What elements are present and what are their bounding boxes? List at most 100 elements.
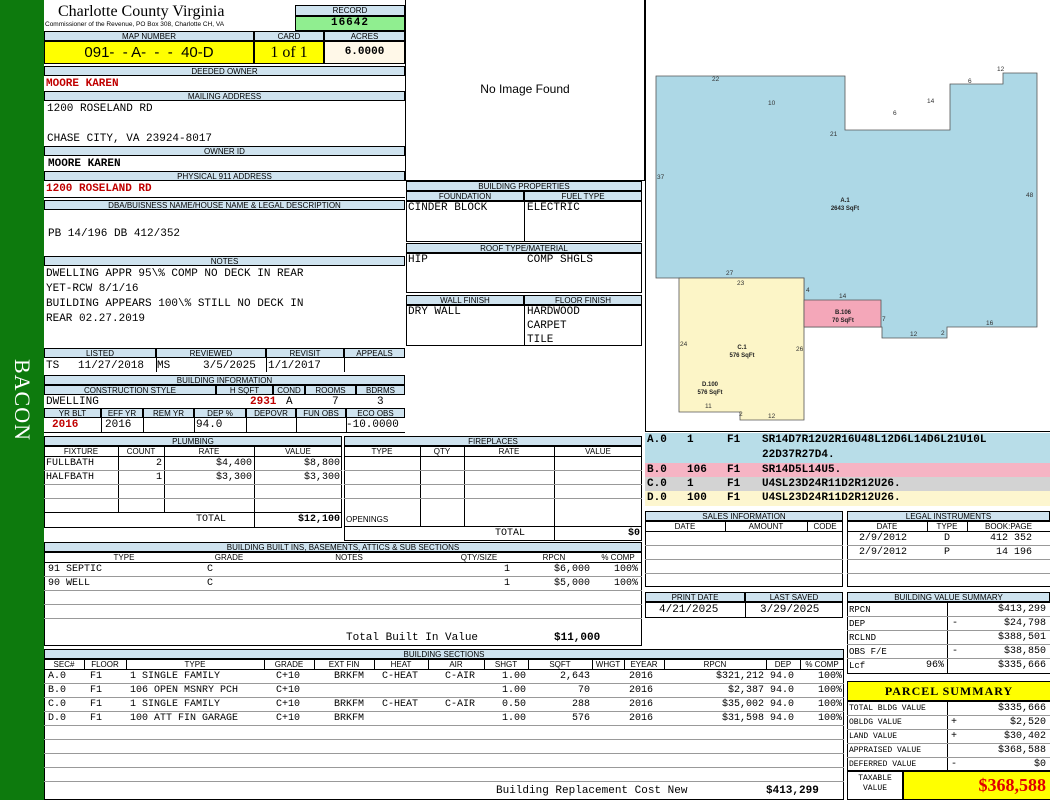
yrblt-value: 2016 <box>52 419 79 431</box>
vector-code: SR14D7R12U2R16U48L12D6L14D6L21U10L <box>762 434 987 446</box>
deeded-owner: MOORE KAREN <box>46 78 119 90</box>
vector-sec: D.0 <box>647 492 667 504</box>
section-comp: 100% <box>817 699 842 710</box>
map-number: 091- - A- - - 40-D <box>44 41 254 64</box>
mailing-address-line1: 1200 ROSELAND RD <box>47 103 153 115</box>
sections-col-header: FLOOR <box>91 660 119 669</box>
summary-value: $38,850 <box>1003 646 1046 657</box>
section-dep: 94.0 <box>770 713 795 724</box>
builtins-label: BUILDING BUILT INS, BASEMENTS, ATTICS & … <box>44 542 642 552</box>
fireplace-col-header: QTY <box>433 447 451 456</box>
divider <box>927 521 928 531</box>
plumbing-value: $3,300 <box>303 472 340 483</box>
parcel-summary-title: PARCEL SUMMARY <box>847 681 1050 701</box>
bdrms-label: BDRMS <box>356 385 405 395</box>
plumbing-count: 1 <box>155 472 162 483</box>
ecoobs-value: -10.0000 <box>346 419 399 431</box>
divider <box>847 559 1050 560</box>
vector-code: SR14D5L14U5. <box>762 464 842 476</box>
sketch-dimension: 48 <box>1026 192 1034 199</box>
hsqft-label: H SQFT <box>216 385 273 395</box>
legal-description-label: DBA/BUISNESS NAME/HOUSE NAME & LEGAL DES… <box>44 200 405 210</box>
taxable-value: $368,588 <box>903 771 1050 800</box>
legal-bookpage: 412 352 <box>989 533 1032 544</box>
parcel-value: $335,666 <box>997 703 1046 714</box>
builtins-col-header: QTY/SIZE <box>460 553 498 562</box>
sales-label: SALES INFORMATION <box>645 511 843 521</box>
plumbing-col-header: COUNT <box>126 447 156 456</box>
construction-style-label: CONSTRUCTION STYLE <box>44 385 216 395</box>
section-heat: C-HEAT <box>382 671 419 682</box>
plumbing-rate: $3,300 <box>215 472 252 483</box>
reviewed-label: REVIEWED <box>156 348 266 358</box>
section-eyear: 2016 <box>629 685 654 696</box>
section-comp: 100% <box>817 685 842 696</box>
section-shgt: 1.00 <box>501 671 526 682</box>
divider <box>344 526 642 527</box>
summary-value: $335,666 <box>997 660 1046 671</box>
openings-label: OPENINGS <box>346 515 389 524</box>
sketch-dimension: 10 <box>768 100 776 107</box>
section-dep: 94.0 <box>770 699 795 710</box>
divider <box>645 545 843 546</box>
commissioner-line: Commissioner of the Revenue, PO Box 308,… <box>45 21 225 28</box>
sketch-label-b: B.106 <box>834 310 851 316</box>
section-rpcn: $321,212 <box>715 671 764 682</box>
fuel-type-value: ELECTRIC <box>527 202 580 214</box>
foundation-value: CINDER BLOCK <box>408 202 488 214</box>
mailing-address-label: MAILING ADDRESS <box>44 91 405 101</box>
foundation-label: FOUNDATION <box>406 191 524 201</box>
sections-col-header: EYEAR <box>630 660 658 669</box>
plumbing-rate: $4,400 <box>215 458 252 469</box>
plumbing-label: PLUMBING <box>44 436 342 446</box>
sections-col-header: WHGT <box>595 660 621 669</box>
section-eyear: 2016 <box>629 671 654 682</box>
sketch-dimension: 37 <box>657 174 665 181</box>
depovr-label: DEPOVR <box>246 408 296 418</box>
section-type: 106 OPEN MSNRY PCH <box>130 685 239 696</box>
parcel-key: DEFERRED VALUE <box>849 760 917 769</box>
plumbing-fixture: FULLBATH <box>46 458 95 469</box>
divider <box>645 531 843 532</box>
divider <box>524 305 525 346</box>
replacement-cost-label: Building Replacement Cost New <box>496 785 688 797</box>
notes-line: YET-RCW 8/1/16 <box>46 283 139 295</box>
divider <box>44 432 405 433</box>
section-eyear: 2016 <box>629 713 654 724</box>
divider <box>847 630 1050 631</box>
sections-col-header: GRADE <box>274 660 304 669</box>
building-info-label: BUILDING INFORMATION <box>44 375 405 385</box>
sketch-label-a: A.1 <box>840 198 850 204</box>
divider <box>44 618 642 619</box>
sketch-label-d: D.100 <box>701 382 718 388</box>
section-shgt: 1.00 <box>501 713 526 724</box>
legal-type: P <box>943 547 950 558</box>
divider <box>484 659 485 669</box>
divider <box>44 683 844 684</box>
map-number-label: MAP NUMBER <box>44 31 254 41</box>
divider <box>264 659 265 669</box>
divider <box>44 590 642 591</box>
sketch-dimension: 7 <box>882 316 886 323</box>
last-saved-date: 3/29/2025 <box>760 604 820 616</box>
section-sqft: 288 <box>571 699 590 710</box>
sketch-dimension: 11 <box>705 403 712 410</box>
sketch-label-c: C.1 <box>737 345 747 351</box>
builtins-total: $11,000 <box>554 632 601 644</box>
divider <box>800 659 801 669</box>
sections-col-header: SHGT <box>494 660 518 669</box>
sketch-dimension: 26 <box>796 346 804 353</box>
section-type: 1 SINGLE FAMILY <box>130 671 221 682</box>
divider <box>374 659 375 669</box>
section-floor: F1 <box>90 685 103 696</box>
parcel-key: OBLDG VALUE <box>849 718 902 727</box>
builtin-qty: 1 <box>503 564 510 575</box>
sketch-dimension: 6 <box>893 110 897 117</box>
value-summary-label: BUILDING VALUE SUMMARY <box>847 592 1050 602</box>
floor-finish-value: CARPET <box>527 320 567 332</box>
notes-line: BUILDING APPEARS 100\% STILL NO DECK IN <box>46 298 304 310</box>
legal-date: 2/9/2012 <box>859 533 908 544</box>
rooms-label: ROOMS <box>305 385 356 395</box>
summary-value: $24,798 <box>1003 618 1046 629</box>
builtin-grade: C <box>207 564 214 575</box>
